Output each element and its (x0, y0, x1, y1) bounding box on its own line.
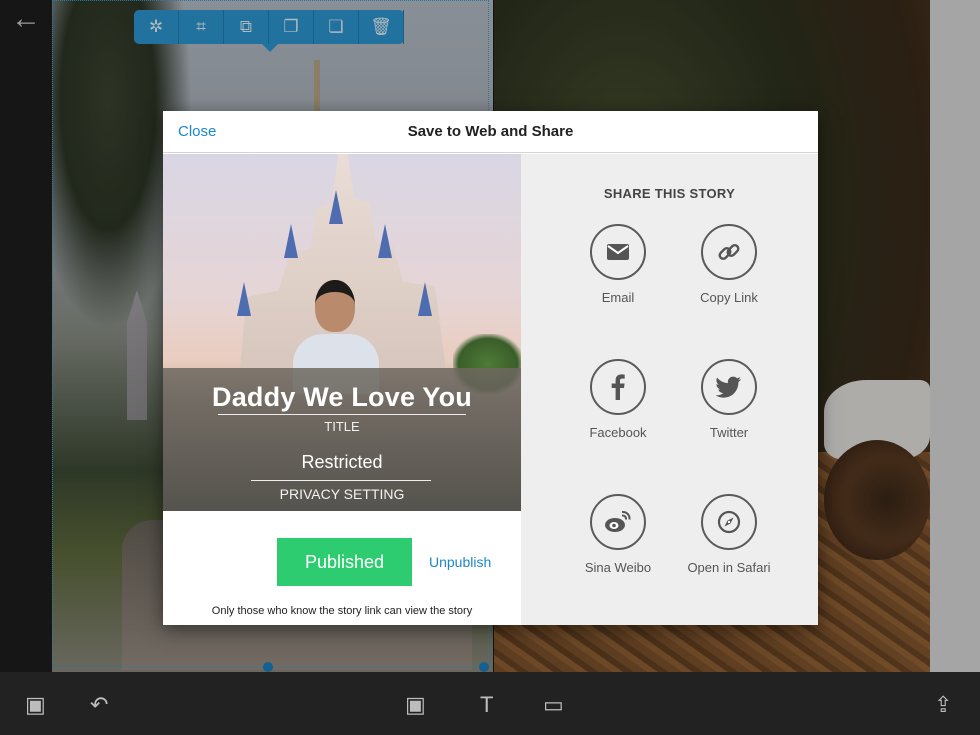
share-sina-weibo[interactable]: Sina Weibo (558, 494, 678, 575)
text-icon[interactable]: T (480, 692, 493, 718)
share-open-in-safari-label: Open in Safari (687, 560, 771, 575)
link-icon (701, 224, 757, 280)
share-email-label: Email (601, 290, 635, 305)
story-cover: Daddy We Love You TITLE Restricted PRIVA… (163, 154, 521, 511)
castle-roof-shape (378, 224, 392, 258)
save-share-modal: Close Save to Web and Share Daddy We Lov… (163, 111, 818, 625)
photo-favorites-icon[interactable]: ▣ (25, 692, 46, 718)
share-heading: SHARE THIS STORY (603, 186, 736, 201)
share-export-icon[interactable]: ⇪ (934, 692, 952, 718)
share-open-in-safari[interactable]: Open in Safari (669, 494, 789, 575)
compass-icon (701, 494, 757, 550)
share-panel: SHARE THIS STORY Email Copy Link Faceboo… (521, 154, 818, 625)
share-facebook-label: Facebook (589, 425, 647, 440)
share-sina-weibo-label: Sina Weibo (584, 560, 652, 575)
privacy-setting-label: PRIVACY SETTING (279, 486, 405, 502)
modal-header: Close Save to Web and Share (163, 111, 818, 153)
privacy-setting-value[interactable]: Restricted (163, 452, 521, 473)
share-twitter[interactable]: Twitter (669, 359, 789, 440)
castle-roof-shape (284, 224, 298, 258)
undo-icon[interactable]: ↶ (90, 692, 108, 718)
facebook-icon (590, 359, 646, 415)
share-twitter-label: Twitter (709, 425, 749, 440)
weibo-icon (590, 494, 646, 550)
unpublish-link[interactable]: Unpublish (429, 554, 491, 570)
title-label: TITLE (324, 419, 360, 434)
share-copy-link[interactable]: Copy Link (669, 224, 789, 305)
privacy-underline (251, 480, 431, 481)
published-button[interactable]: Published (277, 538, 412, 586)
email-icon (590, 224, 646, 280)
title-underline (218, 414, 466, 415)
share-copy-link-label: Copy Link (700, 290, 758, 305)
share-facebook[interactable]: Facebook (558, 359, 678, 440)
modal-title: Save to Web and Share (407, 123, 574, 140)
twitter-icon (701, 359, 757, 415)
person-head-shape (315, 280, 355, 332)
story-title[interactable]: Daddy We Love You (163, 382, 521, 413)
page-icon[interactable]: ▭ (543, 692, 564, 718)
bottom-toolbar: ▣ ↶ ▣ T ▭ ⇪ (0, 672, 980, 735)
privacy-note: Only those who know the story link can v… (211, 605, 473, 617)
add-photo-icon[interactable]: ▣ (405, 692, 426, 718)
share-email[interactable]: Email (558, 224, 678, 305)
